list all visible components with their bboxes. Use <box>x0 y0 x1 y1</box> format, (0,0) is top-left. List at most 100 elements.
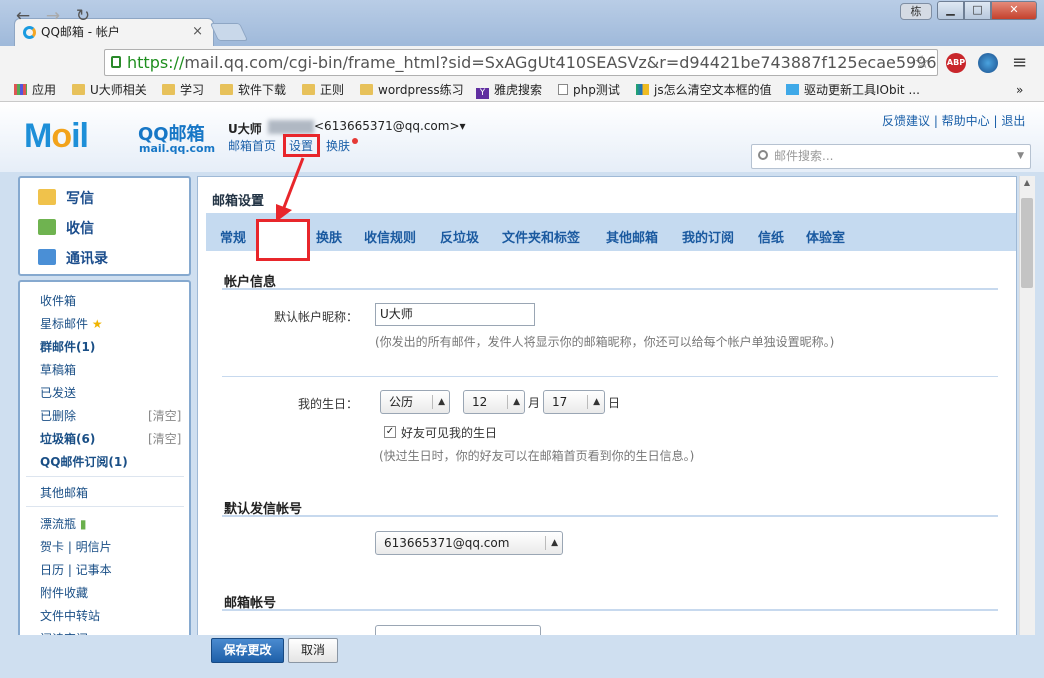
tab-skin[interactable]: 换肤 <box>316 227 342 246</box>
folder-starred[interactable]: 星标邮件 ★ <box>40 315 103 332</box>
birthday-label: 我的生日： <box>297 397 358 411</box>
bookmark-page[interactable]: php测试 <box>558 81 620 99</box>
cancel-button[interactable]: 取消 <box>288 638 338 663</box>
lock-icon <box>111 56 121 68</box>
attachments-link[interactable]: 附件收藏 <box>40 584 88 601</box>
apps-icon <box>14 84 27 95</box>
tab-general[interactable]: 常规 <box>220 227 246 246</box>
bookmark-page[interactable]: 驱动更新工具IObit ... <box>786 81 920 99</box>
account-tab-highlight-box <box>256 219 310 261</box>
mail-page: Moil QQ邮箱 mail.qq.com U大师 <613665371@qq.… <box>0 102 1044 678</box>
star-icon: ★ <box>91 317 103 331</box>
tab-lab[interactable]: 体验室 <box>806 227 845 246</box>
tab-rules[interactable]: 收信规则 <box>364 227 416 246</box>
folder-inbox[interactable]: 收件箱 <box>40 292 76 309</box>
receive-button[interactable]: 收信 <box>38 218 94 238</box>
folder-deleted[interactable]: 已删除 [清空] <box>40 407 181 424</box>
select-arrow-icon: ▲ <box>513 397 520 407</box>
mail-search-input[interactable]: 邮件搜索... ▼ <box>751 144 1031 169</box>
bottle-icon: ▮ <box>79 517 87 531</box>
bookmark-yahoo[interactable]: Y 雅虎搜索 <box>476 81 542 99</box>
day-select[interactable]: 17 ▲ <box>543 390 605 414</box>
url-text: mail.qq.com/cgi-bin/frame_html?sid=SxAGg… <box>184 53 938 72</box>
folder-junk[interactable]: 垃圾箱(6) [清空] <box>40 430 181 447</box>
section-divider <box>222 376 998 377</box>
folder-icon <box>302 84 315 95</box>
skin-link[interactable]: 换肤 <box>326 137 350 154</box>
bookmark-folder[interactable]: 软件下载 <box>220 81 286 99</box>
close-window-button[interactable]: ✕ <box>991 1 1037 20</box>
bookmark-folder[interactable]: 学习 <box>162 81 204 99</box>
compose-icon <box>38 189 56 205</box>
calendar-type-select[interactable]: 公历 ▲ <box>380 390 450 414</box>
top-links[interactable]: 反馈建议 | 帮助中心 | 退出 <box>882 112 1025 129</box>
tab-subscriptions[interactable]: 我的订阅 <box>682 227 734 246</box>
folder-other[interactable]: 其他邮箱 <box>40 484 88 501</box>
forward-icon[interactable]: → <box>42 5 64 27</box>
contacts-button[interactable]: 通讯录 <box>38 248 108 268</box>
menu-icon[interactable]: ≡ <box>1012 52 1027 73</box>
section-divider <box>222 288 998 290</box>
mail-home-link[interactable]: 邮箱首页 <box>228 137 276 154</box>
folder-subscriptions[interactable]: QQ邮件订阅(1) <box>40 453 128 470</box>
clear-deleted-link[interactable]: [清空] <box>148 407 181 424</box>
month-select[interactable]: 12 ▲ <box>463 390 525 414</box>
close-tab-icon[interactable]: × <box>192 19 203 45</box>
search-icon <box>758 150 768 160</box>
default-sender-select[interactable]: 613665371@qq.com ▲ <box>375 531 563 555</box>
calendar-link[interactable]: 日历 | 记事本 <box>40 561 112 578</box>
address-bar[interactable]: https://mail.qq.com/cgi-bin/frame_html?s… <box>104 49 938 76</box>
bottle-link[interactable]: 漂流瓶 ▮ <box>40 515 86 532</box>
tab-antispam[interactable]: 反垃圾 <box>440 227 479 246</box>
settings-panel: 邮箱设置 常规 帐户 换肤 收信规则 反垃圾 文件夹和标签 其他邮箱 我的订阅 … <box>197 176 1017 676</box>
birthday-visible-checkbox[interactable]: ✓ <box>384 426 396 438</box>
reload-icon[interactable]: ↻ <box>72 5 94 27</box>
bookmark-folder[interactable]: U大师相关 <box>72 81 147 99</box>
tab-folders-labels[interactable]: 文件夹和标签 <box>502 227 580 246</box>
profile-badge[interactable]: 栋 <box>900 3 932 20</box>
adblock-extension-icon[interactable]: ABP <box>946 53 966 73</box>
minimize-button[interactable]: ▁ <box>937 1 964 20</box>
bookmark-apps[interactable]: 应用 <box>14 81 56 99</box>
folder-group[interactable]: 群邮件(1) <box>40 338 95 355</box>
mailbox-select-partial[interactable] <box>375 625 541 635</box>
nickname-field[interactable]: U大师 <box>375 303 535 326</box>
bookmarks-more-icon[interactable]: » <box>1016 81 1023 99</box>
save-button[interactable]: 保存更改 <box>211 638 284 663</box>
scrollbar-thumb[interactable] <box>1021 198 1033 288</box>
inbox-icon <box>38 219 56 235</box>
select-arrow-icon: ▲ <box>593 397 600 407</box>
folder-icon <box>162 84 175 95</box>
tab-title: QQ邮箱 - 帐户 <box>41 25 120 39</box>
url-scheme: https:// <box>127 53 185 72</box>
folder-drafts[interactable]: 草稿箱 <box>40 361 76 378</box>
clear-junk-link[interactable]: [清空] <box>148 430 181 447</box>
nickname-label: 默认帐户昵称： <box>273 310 358 324</box>
bookmark-folder[interactable]: 正则 <box>302 81 344 99</box>
account-email[interactable]: <613665371@qq.com>▾ <box>314 119 466 133</box>
bookmark-folder[interactable]: wordpress练习 <box>360 81 464 99</box>
chevron-down-icon[interactable]: ▼ <box>1017 145 1024 168</box>
scroll-up-icon[interactable]: ▲ <box>1019 178 1035 192</box>
tab-other-mailboxes[interactable]: 其他邮箱 <box>606 227 658 246</box>
contacts-icon <box>38 249 56 265</box>
bookmarks-bar: 应用 U大师相关 学习 软件下载 正则 wordpress练习 Y 雅虎搜索 ph… <box>0 78 1044 102</box>
settings-highlight-box <box>283 134 320 157</box>
mail-logo[interactable]: Moil <box>24 117 89 156</box>
folder-sent[interactable]: 已发送 <box>40 384 76 401</box>
select-arrow-icon: ▲ <box>551 538 558 548</box>
footer-bar <box>0 635 1044 678</box>
bookmark-page[interactable]: js怎么清空文本框的值 <box>636 81 772 99</box>
extension-icon[interactable] <box>978 53 998 73</box>
tab-stationery[interactable]: 信纸 <box>758 227 784 246</box>
compose-button[interactable]: 写信 <box>38 188 94 208</box>
qq-mail-favicon-icon <box>23 26 36 39</box>
back-icon[interactable]: ← <box>12 5 34 27</box>
site-icon <box>636 84 649 95</box>
card-link[interactable]: 贺卡 | 明信片 <box>40 538 112 555</box>
site-icon <box>786 84 799 95</box>
birthday-hint: (快过生日时，你的好友可以在邮箱首页看到你的生日信息。) <box>379 449 695 463</box>
maximize-button[interactable]: □ <box>964 1 991 20</box>
file-transfer-link[interactable]: 文件中转站 <box>40 607 100 624</box>
bookmark-star-icon[interactable]: ☆ <box>914 52 930 73</box>
